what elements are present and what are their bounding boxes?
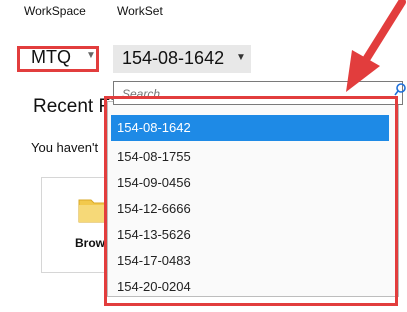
workspace-label: WorkSpace: [24, 4, 86, 18]
workset-value: 154-08-1642: [122, 48, 225, 68]
workset-option[interactable]: 154-20-0204: [111, 274, 389, 300]
workset-option[interactable]: 154-17-0483: [111, 248, 389, 274]
workset-option[interactable]: 154-08-1642: [111, 115, 389, 141]
chevron-down-icon: ▼: [236, 52, 246, 63]
workset-option[interactable]: 154-13-5626: [111, 222, 389, 248]
recent-files-heading: Recent Fi: [33, 96, 115, 117]
workset-option[interactable]: 154-12-6666: [111, 196, 389, 222]
workset-option[interactable]: 154-08-1755: [111, 144, 389, 170]
workset-label: WorkSet: [117, 4, 163, 18]
recent-files-empty-text: You haven't: [31, 140, 99, 155]
workspace-value: MTQ: [31, 47, 71, 67]
arrow-annotation: [346, 0, 406, 92]
chevron-down-icon: ▼: [86, 50, 96, 61]
workset-option[interactable]: 154-09-0456: [111, 170, 389, 196]
